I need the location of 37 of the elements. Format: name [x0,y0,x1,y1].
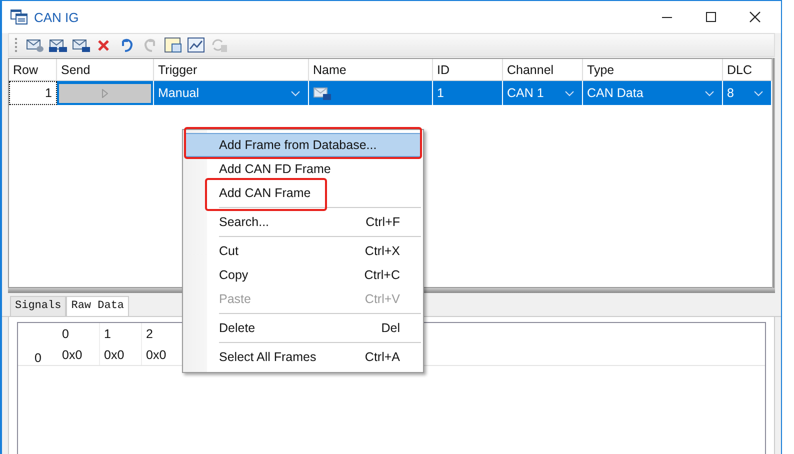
id-cell: 1 [433,81,503,105]
table-cell: 0x0 [100,344,142,365]
menu-item[interactable]: Cut Ctrl+X [185,239,421,263]
envelope-icon[interactable] [49,37,67,53]
menu-item[interactable]: Search... Ctrl+F [185,210,421,234]
chart-icon[interactable] [187,37,205,53]
menu-item[interactable]: Delete Del [185,316,421,340]
table-cell: 0x0 [58,344,100,365]
chevron-icon [705,91,714,97]
row-header: 0 [34,350,42,365]
type-dropdown[interactable]: CAN Data [583,81,723,105]
splitter-handle[interactable] [772,58,775,288]
menu-item[interactable]: Copy Ctrl+C [185,263,421,287]
column-header: 1 [100,323,142,344]
maximize-icon[interactable] [705,11,717,23]
envelope-icon [313,86,331,100]
send-button[interactable] [59,84,151,102]
play-icon [102,88,108,98]
menu-item[interactable]: Add CAN FD Frame [185,157,421,181]
menu-item[interactable]: Add CAN Frame [185,181,421,205]
form-icon[interactable] [164,37,182,53]
chevron-icon [291,91,300,97]
row-number: 1 [9,81,57,105]
menu-item[interactable]: Select All Frames Ctrl+A [185,345,421,369]
chevron-icon [754,91,763,97]
chevron-icon [565,91,574,97]
window-icon [10,9,28,25]
menu-item[interactable]: Add Frame from Database... [185,133,421,157]
tab[interactable]: Signals [10,296,66,316]
channel-dropdown[interactable]: CAN 1 [503,81,583,105]
column-header: 0 [58,323,100,344]
tab[interactable]: Raw Data [66,296,130,316]
window-title: CAN IG [34,10,79,24]
envelope-icon[interactable] [72,37,90,53]
trigger-dropdown[interactable]: Manual [154,81,309,105]
envelope-icon[interactable] [26,37,44,53]
close-icon[interactable] [749,11,761,23]
